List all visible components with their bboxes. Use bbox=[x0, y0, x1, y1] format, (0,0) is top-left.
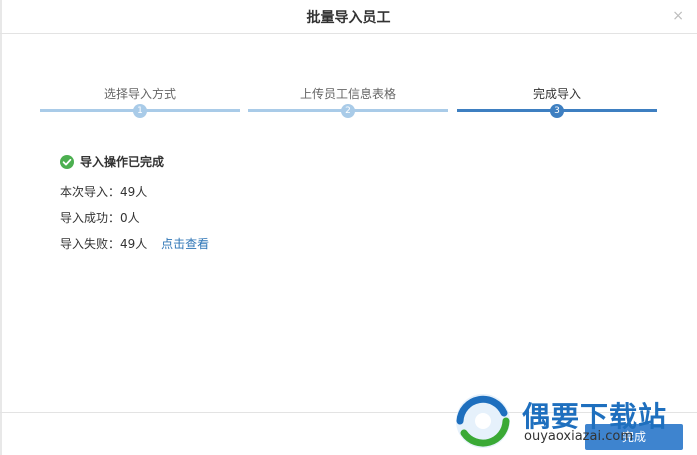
close-icon[interactable]: × bbox=[672, 8, 684, 24]
watermark: 偶要下载站 ouyaoxiazai.com bbox=[452, 389, 692, 453]
import-failed: 导入失败：49人 点击查看 bbox=[60, 235, 209, 252]
check-circle-icon bbox=[60, 154, 74, 169]
total-imported: 本次导入：49人 bbox=[60, 183, 147, 200]
watermark-logo-icon bbox=[452, 391, 514, 451]
dialog-left-edge bbox=[0, 0, 2, 455]
step-label: 选择导入方式 bbox=[103, 87, 176, 101]
import-dialog: 批量导入员工 × 选择导入方式 1 上传员工信息表格 2 完成导入 3 导入操作… bbox=[0, 0, 697, 455]
import-success: 导入成功：0人 bbox=[60, 209, 140, 226]
step-number: 1 bbox=[133, 104, 147, 118]
import-success-text: 导入成功：0人 bbox=[60, 211, 140, 225]
import-result: 导入操作已完成 本次导入：49人 导入成功：0人 导入失败：49人 点击查看 bbox=[60, 152, 209, 251]
step-upload-sheet: 上传员工信息表格 2 bbox=[248, 85, 448, 121]
status-text: 导入操作已完成 bbox=[80, 154, 165, 169]
total-imported-text: 本次导入：49人 bbox=[60, 185, 148, 199]
view-details-link[interactable]: 点击查看 bbox=[161, 237, 209, 251]
watermark-url: ouyaoxiazai.com bbox=[524, 429, 633, 444]
step-label: 完成导入 bbox=[532, 87, 581, 101]
import-failed-text: 导入失败：49人 bbox=[60, 237, 148, 251]
step-select-method: 选择导入方式 1 bbox=[40, 85, 240, 121]
step-progress: 选择导入方式 1 上传员工信息表格 2 完成导入 3 bbox=[40, 85, 657, 121]
step-label: 上传员工信息表格 bbox=[299, 87, 396, 101]
step-finish-import: 完成导入 3 bbox=[457, 85, 657, 121]
step-number: 3 bbox=[550, 104, 564, 118]
status-line: 导入操作已完成 bbox=[60, 152, 164, 170]
step-number: 2 bbox=[341, 104, 355, 118]
dialog-header: 批量导入员工 × bbox=[0, 0, 697, 34]
dialog-title: 批量导入员工 bbox=[306, 10, 391, 26]
